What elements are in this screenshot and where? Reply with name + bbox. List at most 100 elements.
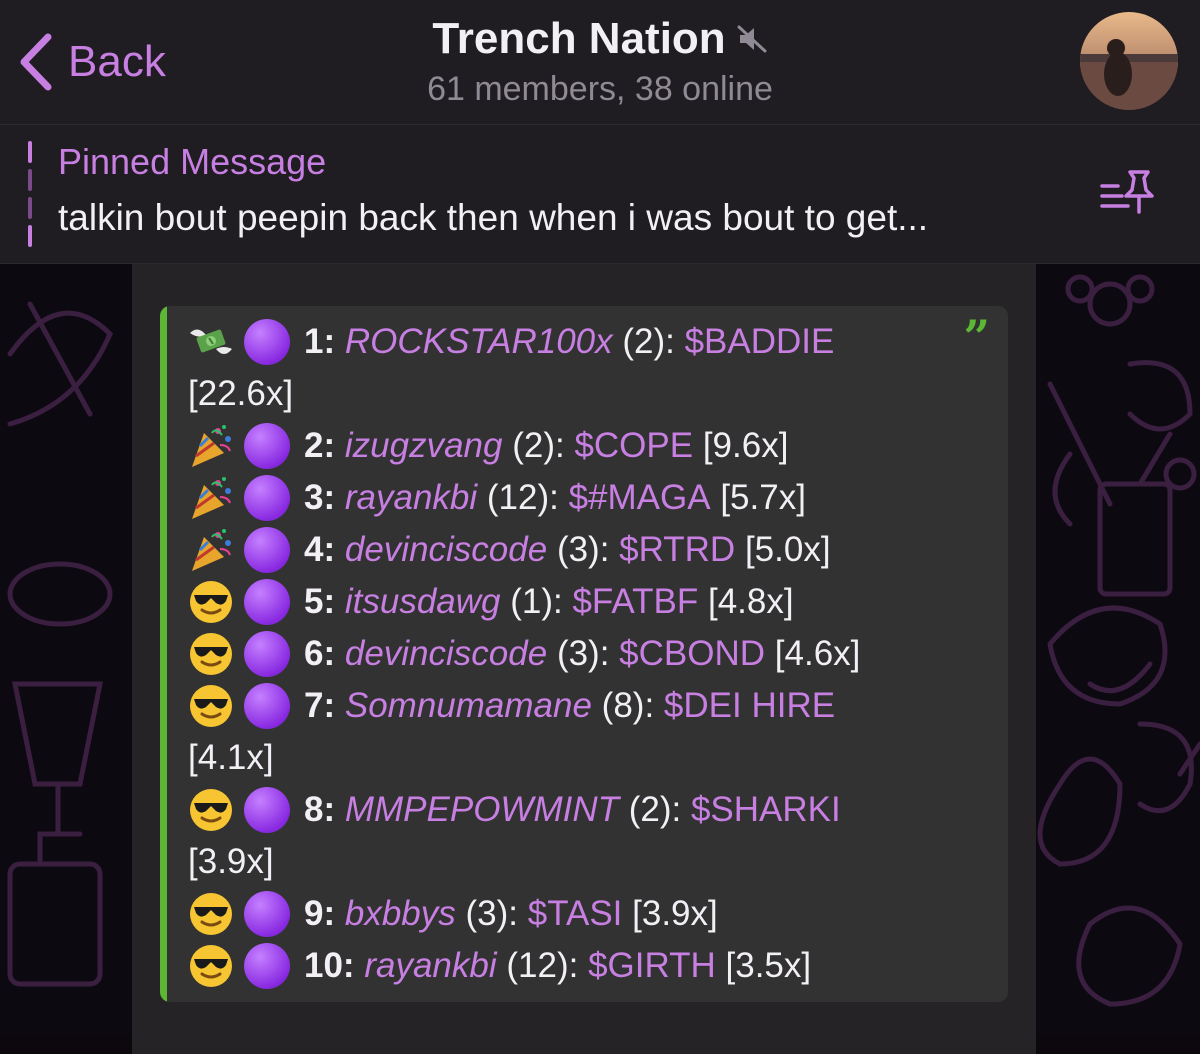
multiplier: [4.6x] [774, 634, 861, 673]
ticker-link[interactable]: $GIRTH [588, 946, 716, 986]
leaderboard-row: 6: devinciscode (3): $CBOND [4.6x] [188, 628, 860, 680]
sunglasses-emoji-icon [190, 581, 232, 623]
rank-number: 3: [304, 478, 336, 517]
purple-circle-icon [244, 423, 290, 469]
rank-number: 9: [304, 894, 336, 933]
call-count: (3): [556, 634, 610, 673]
chat-title: Trench Nation [432, 14, 726, 63]
ticker-link[interactable]: $COPE [574, 426, 693, 466]
call-count: (3): [465, 894, 519, 933]
multiplier: [22.6x] [188, 374, 294, 413]
purple-circle-icon [244, 891, 290, 937]
back-button[interactable]: Back [18, 30, 166, 94]
rank-number: 5: [304, 582, 336, 621]
chat-header: Back Trench Nation 61 members, 38 online [0, 0, 1200, 125]
username-link[interactable]: bxbbys [345, 894, 456, 934]
leaderboard-row: 4: devinciscode (3): $RTRD [5.0x] [188, 524, 831, 576]
multiplier: [9.6x] [702, 426, 789, 465]
party-popper-emoji-icon [192, 477, 231, 519]
quote-icon: ” [963, 310, 990, 364]
purple-circle-icon [244, 943, 290, 989]
leaderboard-row: 5: itsusdawg (1): $FATBF [4.8x] [188, 576, 794, 628]
pinned-text: talkin bout peepin back then when i was … [58, 197, 929, 238]
party-popper-emoji-icon [192, 529, 231, 571]
call-count: (2): [622, 322, 675, 361]
purple-circle-icon [244, 527, 290, 573]
multiplier: [3.5x] [725, 946, 812, 985]
pinned-list-icon [1100, 170, 1154, 214]
ticker-link[interactable]: $BADDIE [685, 322, 835, 362]
ticker-link[interactable]: $TASI [528, 894, 623, 934]
purple-circle-icon [244, 579, 290, 625]
purple-circle-icon [244, 631, 290, 677]
call-count: (1): [510, 582, 563, 621]
leaderboard-row: 10: rayankbi (12): $GIRTH [3.5x] [188, 940, 811, 992]
call-count: (8): [601, 686, 655, 725]
pinned-message-bar[interactable]: Pinned Message talkin bout peepin back t… [0, 125, 1200, 264]
party-popper-emoji-icon [192, 425, 231, 467]
ticker-link[interactable]: $DEI HIRE [664, 686, 835, 726]
ticker-link[interactable]: $SHARKI [691, 790, 841, 830]
rank-number: 2: [304, 426, 336, 465]
leaderboard-row: 8: MMPEPOWMINT (2): $SHARKI [188, 784, 841, 836]
pinned-list-button[interactable] [1098, 168, 1158, 223]
pinned-indicator [28, 141, 32, 249]
ticker-link[interactable]: $FATBF [572, 582, 698, 622]
leaderboard-row: 3: rayankbi (12): $#MAGA [5.7x] [188, 472, 806, 524]
call-count: (2): [512, 426, 565, 465]
leaderboard-row: 2: izugzvang (2): $COPE [9.6x] [188, 420, 788, 472]
call-count: (12): [486, 478, 559, 517]
rank-number: 8: [304, 790, 336, 829]
rank-number: 7: [304, 686, 336, 725]
chat-subtitle: 61 members, 38 online [427, 70, 773, 108]
leaderboard-row-wrap: [22.6x] [188, 368, 293, 420]
multiplier: [5.7x] [720, 478, 806, 517]
ticker-link[interactable]: $RTRD [619, 530, 735, 570]
quote-block[interactable]: ” 1: ROCKSTAR100x (2): $BADDIE [22.6x] 2: … [160, 306, 1008, 1002]
username-link[interactable]: devinciscode [345, 634, 547, 674]
call-count: (3): [556, 530, 610, 569]
rank-number: 1: [304, 322, 336, 361]
sunglasses-emoji-icon [190, 685, 232, 727]
username-link[interactable]: Somnumamane [345, 686, 592, 726]
chevron-left-icon [20, 33, 52, 91]
sunglasses-emoji-icon [190, 945, 232, 987]
username-link[interactable]: ROCKSTAR100x [345, 322, 613, 362]
ticker-link[interactable]: $#MAGA [569, 478, 711, 518]
purple-circle-icon [244, 787, 290, 833]
multiplier: [3.9x] [632, 894, 718, 933]
rank-number: 4: [304, 530, 336, 569]
leaderboard-row: 1: ROCKSTAR100x (2): $BADDIE [188, 316, 834, 368]
purple-circle-icon [244, 683, 290, 729]
chat-title-area[interactable]: Trench Nation 61 members, 38 online [300, 14, 900, 109]
username-link[interactable]: rayankbi [364, 946, 496, 986]
username-link[interactable]: devinciscode [345, 530, 547, 570]
rank-number: 6: [304, 634, 336, 673]
ticker-link[interactable]: $CBOND [619, 634, 765, 674]
back-label: Back [68, 37, 166, 86]
quote-bar [160, 306, 167, 1002]
money-wings-emoji-icon [190, 329, 232, 354]
username-link[interactable]: itsusdawg [345, 582, 501, 622]
multiplier: [4.8x] [707, 582, 794, 621]
username-link[interactable]: MMPEPOWMINT [345, 790, 619, 830]
multiplier: [4.1x] [188, 738, 274, 777]
leaderboard-row-wrap: [3.9x] [188, 836, 274, 888]
purple-circle-icon [244, 475, 290, 521]
mute-icon [737, 25, 767, 53]
sunglasses-emoji-icon [190, 893, 232, 935]
multiplier: [5.0x] [744, 530, 831, 569]
leaderboard-row: 9: bxbbys (3): $TASI [3.9x] [188, 888, 718, 940]
purple-circle-icon [244, 319, 290, 365]
call-count: (12): [506, 946, 579, 985]
username-link[interactable]: izugzvang [345, 426, 503, 466]
username-link[interactable]: rayankbi [345, 478, 477, 518]
leaderboard-row-wrap: [4.1x] [188, 732, 274, 784]
rank-number: 10: [304, 946, 355, 985]
call-count: (2): [628, 790, 682, 829]
group-avatar[interactable] [1080, 12, 1178, 110]
pinned-title: Pinned Message [58, 141, 327, 182]
sunglasses-emoji-icon [190, 789, 232, 831]
leaderboard-row: 7: Somnumamane (8): $DEI HIRE [188, 680, 835, 732]
sunglasses-emoji-icon [190, 633, 232, 675]
